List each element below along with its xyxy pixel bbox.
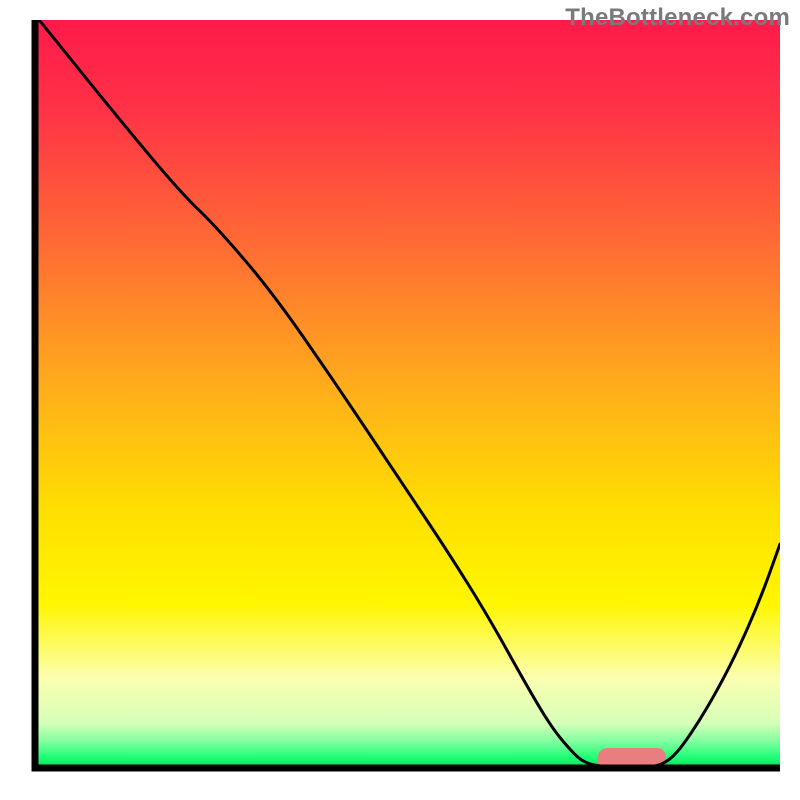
bottleneck-chart — [0, 0, 800, 800]
gradient-background — [35, 20, 780, 768]
plot-area — [35, 16, 780, 774]
watermark-label: TheBottleneck.com — [565, 4, 790, 32]
chart-stage: TheBottleneck.com — [0, 0, 800, 800]
